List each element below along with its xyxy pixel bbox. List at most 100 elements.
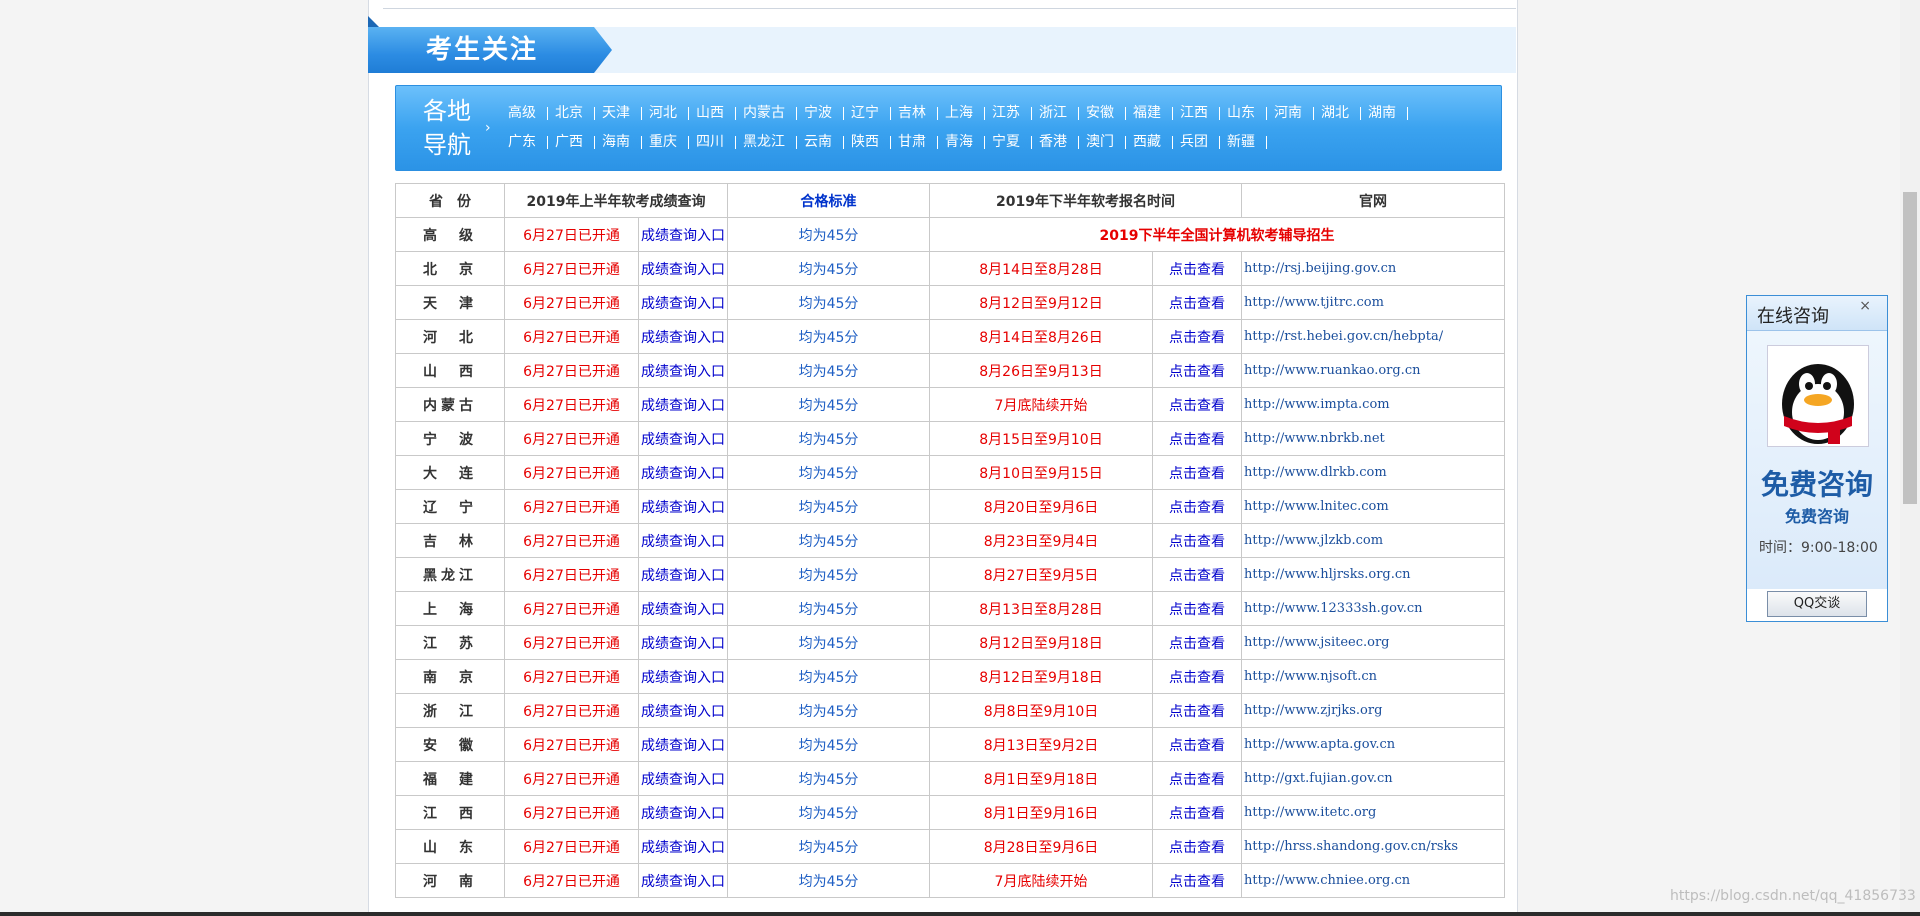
score-query-link[interactable]: 成绩查询入口 bbox=[638, 795, 728, 830]
region-link[interactable]: 重庆 bbox=[649, 128, 689, 157]
score-query-link[interactable]: 成绩查询入口 bbox=[638, 523, 728, 558]
region-link[interactable]: 宁夏 bbox=[992, 128, 1032, 157]
view-details-link[interactable]: 点击查看 bbox=[1152, 557, 1242, 592]
score-query-link[interactable]: 成绩查询入口 bbox=[638, 285, 728, 320]
view-details-link[interactable]: 点击查看 bbox=[1152, 625, 1242, 660]
official-site-link[interactable]: http://rsj.beijing.gov.cn bbox=[1241, 251, 1505, 286]
table-row: 宁 波 6月27日已开通 成绩查询入口 均为45分 8月15日至9月10日 点击查看 htt… bbox=[395, 421, 1505, 456]
table-row: 江 苏 6月27日已开通 成绩查询入口 均为45分 8月12日至9月18日 点击查看 htt… bbox=[395, 625, 1505, 660]
region-link[interactable]: 黑龙江 bbox=[743, 128, 797, 157]
region-link[interactable]: 湖北 bbox=[1321, 99, 1361, 128]
view-details-link[interactable]: 点击查看 bbox=[1152, 319, 1242, 354]
score-query-link[interactable]: 成绩查询入口 bbox=[638, 659, 728, 694]
score-query-link[interactable]: 成绩查询入口 bbox=[638, 319, 728, 354]
region-link[interactable]: 北京 bbox=[555, 99, 595, 128]
official-site-link[interactable]: http://www.apta.gov.cn bbox=[1241, 727, 1505, 762]
official-site-link[interactable]: http://www.itetc.org bbox=[1241, 795, 1505, 830]
close-icon[interactable]: × bbox=[1859, 298, 1871, 314]
view-details-link[interactable]: 点击查看 bbox=[1152, 353, 1242, 388]
region-link[interactable]: 海南 bbox=[602, 128, 642, 157]
region-link[interactable]: 香港 bbox=[1039, 128, 1079, 157]
region-link[interactable]: 云南 bbox=[804, 128, 844, 157]
view-details-link[interactable]: 点击查看 bbox=[1152, 285, 1242, 320]
view-details-link[interactable]: 点击查看 bbox=[1152, 863, 1242, 898]
official-site-link[interactable]: http://www.tjitrc.com bbox=[1241, 285, 1505, 320]
view-details-link[interactable]: 点击查看 bbox=[1152, 829, 1242, 864]
official-site-link[interactable]: http://gxt.fujian.gov.cn bbox=[1241, 761, 1505, 796]
official-site-link[interactable]: http://www.dlrkb.com bbox=[1241, 455, 1505, 490]
region-link[interactable]: 内蒙古 bbox=[743, 99, 797, 128]
score-query-link[interactable]: 成绩查询入口 bbox=[638, 863, 728, 898]
official-site-link[interactable]: http://www.jsiteec.org bbox=[1241, 625, 1505, 660]
score-query-link[interactable]: 成绩查询入口 bbox=[638, 761, 728, 796]
score-query-link[interactable]: 成绩查询入口 bbox=[638, 693, 728, 728]
view-details-link[interactable]: 点击查看 bbox=[1152, 659, 1242, 694]
scrollbar-thumb[interactable] bbox=[1903, 192, 1917, 504]
score-query-link[interactable]: 成绩查询入口 bbox=[638, 829, 728, 864]
region-link[interactable]: 上海 bbox=[945, 99, 985, 128]
region-link[interactable]: 山西 bbox=[696, 99, 736, 128]
region-link[interactable]: 四川 bbox=[696, 128, 736, 157]
score-query-link[interactable]: 成绩查询入口 bbox=[638, 387, 728, 422]
score-query-link[interactable]: 成绩查询入口 bbox=[638, 455, 728, 490]
region-link[interactable]: 安徽 bbox=[1086, 99, 1126, 128]
region-link[interactable]: 湖南 bbox=[1368, 99, 1408, 128]
region-link[interactable]: 山东 bbox=[1227, 99, 1267, 128]
view-details-link[interactable]: 点击查看 bbox=[1152, 523, 1242, 558]
region-link[interactable]: 浙江 bbox=[1039, 99, 1079, 128]
view-details-link[interactable]: 点击查看 bbox=[1152, 693, 1242, 728]
view-details-link[interactable]: 点击查看 bbox=[1152, 251, 1242, 286]
score-query-link[interactable]: 成绩查询入口 bbox=[638, 421, 728, 456]
view-details-link[interactable]: 点击查看 bbox=[1152, 387, 1242, 422]
header-standard[interactable]: 合格标准 bbox=[727, 183, 930, 218]
official-site-link[interactable]: http://www.hljrsks.org.cn bbox=[1241, 557, 1505, 592]
region-link[interactable]: 甘肃 bbox=[898, 128, 938, 157]
region-link[interactable]: 天津 bbox=[602, 99, 642, 128]
view-details-link[interactable]: 点击查看 bbox=[1152, 421, 1242, 456]
promo-link[interactable]: 2019下半年全国计算机软考辅导招生 bbox=[929, 217, 1505, 252]
view-details-link[interactable]: 点击查看 bbox=[1152, 795, 1242, 830]
view-details-link[interactable]: 点击查看 bbox=[1152, 489, 1242, 524]
region-link[interactable]: 澳门 bbox=[1086, 128, 1126, 157]
score-query-link[interactable]: 成绩查询入口 bbox=[638, 625, 728, 660]
region-link[interactable]: 兵团 bbox=[1180, 128, 1220, 157]
region-link[interactable]: 新疆 bbox=[1227, 128, 1267, 157]
region-link[interactable]: 西藏 bbox=[1133, 128, 1173, 157]
region-link[interactable]: 青海 bbox=[945, 128, 985, 157]
score-query-link[interactable]: 成绩查询入口 bbox=[638, 727, 728, 762]
region-link[interactable]: 河南 bbox=[1274, 99, 1314, 128]
official-site-link[interactable]: http://www.lnitec.com bbox=[1241, 489, 1505, 524]
score-query-link[interactable]: 成绩查询入口 bbox=[638, 557, 728, 592]
region-link[interactable]: 高级 bbox=[508, 99, 548, 128]
region-link[interactable]: 辽宁 bbox=[851, 99, 891, 128]
view-details-link[interactable]: 点击查看 bbox=[1152, 455, 1242, 490]
region-link[interactable]: 江西 bbox=[1180, 99, 1220, 128]
score-query-link[interactable]: 成绩查询入口 bbox=[638, 251, 728, 286]
qq-chat-button[interactable]: QQ交谈 bbox=[1767, 591, 1867, 617]
official-site-link[interactable]: http://www.impta.com bbox=[1241, 387, 1505, 422]
score-query-link[interactable]: 成绩查询入口 bbox=[638, 217, 728, 252]
official-site-link[interactable]: http://www.njsoft.cn bbox=[1241, 659, 1505, 694]
region-link[interactable]: 陕西 bbox=[851, 128, 891, 157]
official-site-link[interactable]: http://www.12333sh.gov.cn bbox=[1241, 591, 1505, 626]
official-site-link[interactable]: http://www.zjrjks.org bbox=[1241, 693, 1505, 728]
official-site-link[interactable]: http://www.nbrkb.net bbox=[1241, 421, 1505, 456]
region-link[interactable]: 广西 bbox=[555, 128, 595, 157]
score-query-link[interactable]: 成绩查询入口 bbox=[638, 489, 728, 524]
official-site-link[interactable]: http://hrss.shandong.gov.cn/rsks bbox=[1241, 829, 1505, 864]
region-link[interactable]: 江苏 bbox=[992, 99, 1032, 128]
score-query-link[interactable]: 成绩查询入口 bbox=[638, 353, 728, 388]
region-link[interactable]: 河北 bbox=[649, 99, 689, 128]
region-link[interactable]: 吉林 bbox=[898, 99, 938, 128]
official-site-link[interactable]: http://www.jlzkb.com bbox=[1241, 523, 1505, 558]
view-details-link[interactable]: 点击查看 bbox=[1152, 591, 1242, 626]
region-link[interactable]: 福建 bbox=[1133, 99, 1173, 128]
region-link[interactable]: 宁波 bbox=[804, 99, 844, 128]
official-site-link[interactable]: http://rst.hebei.gov.cn/hebpta/ bbox=[1241, 319, 1505, 354]
region-link[interactable]: 广东 bbox=[508, 128, 548, 157]
view-details-link[interactable]: 点击查看 bbox=[1152, 761, 1242, 796]
view-details-link[interactable]: 点击查看 bbox=[1152, 727, 1242, 762]
score-query-link[interactable]: 成绩查询入口 bbox=[638, 591, 728, 626]
official-site-link[interactable]: http://www.ruankao.org.cn bbox=[1241, 353, 1505, 388]
official-site-link[interactable]: http://www.chniee.org.cn bbox=[1241, 863, 1505, 898]
